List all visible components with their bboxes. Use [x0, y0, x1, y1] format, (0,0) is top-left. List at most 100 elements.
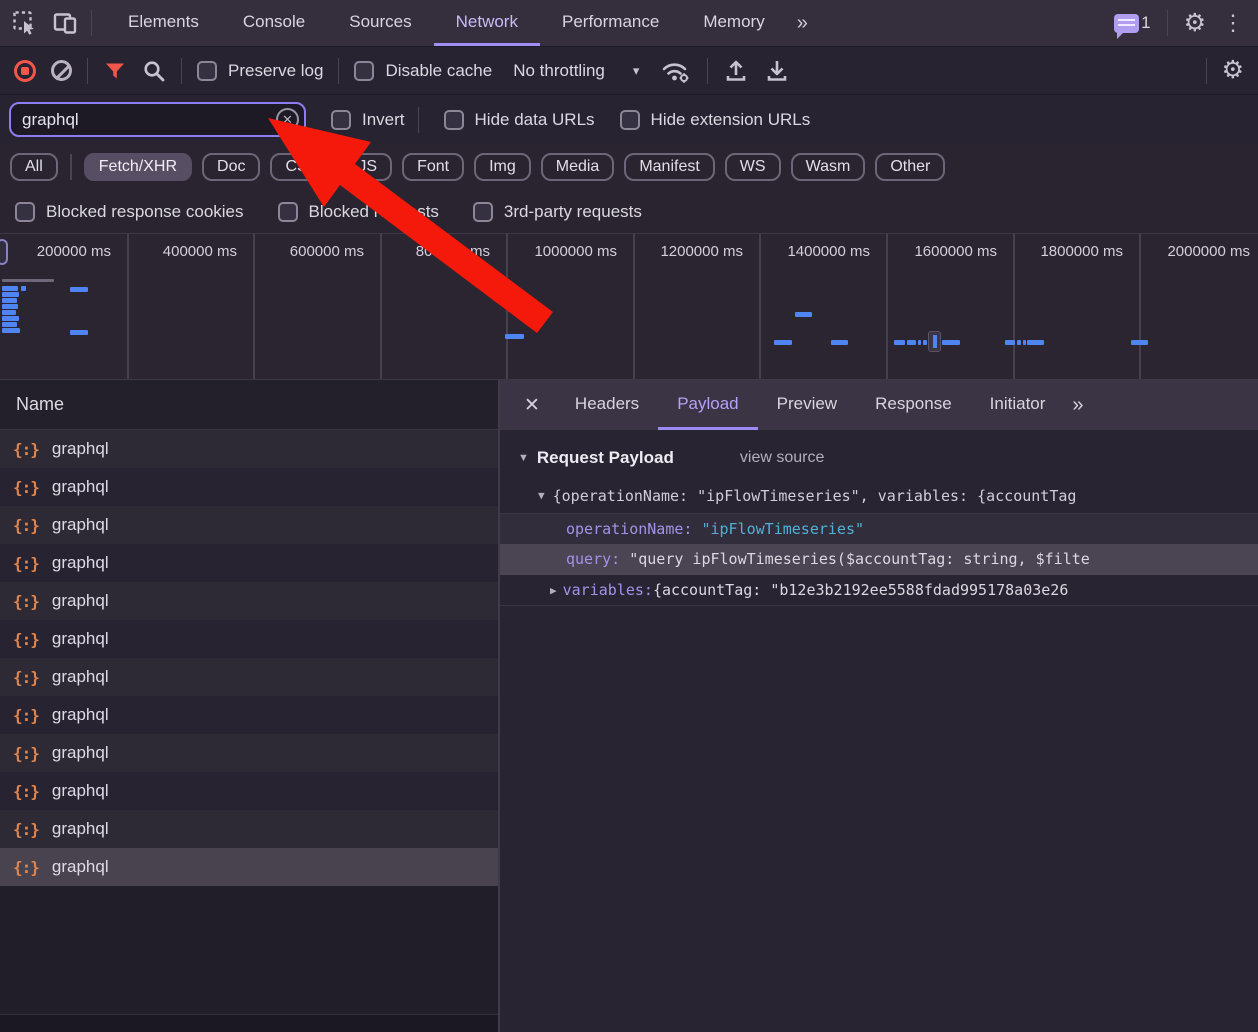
request-row[interactable]: {:}graphql — [0, 506, 498, 544]
filter-chip-wasm[interactable]: Wasm — [791, 153, 866, 181]
settings-gear-icon[interactable]: ⚙ — [1184, 11, 1206, 36]
throttling-dropdown[interactable]: No throttling ▾ — [513, 61, 639, 81]
clear-network-log-button[interactable] — [51, 60, 72, 81]
waterfall-bar[interactable] — [1023, 340, 1026, 345]
waterfall-bar[interactable] — [795, 312, 812, 317]
waterfall-bar[interactable] — [894, 340, 905, 345]
payload-root-row[interactable]: ▼ {operationName: "ipFlowTimeseries", va… — [500, 478, 1258, 513]
detail-tab-payload[interactable]: Payload — [658, 380, 757, 430]
name-column-header[interactable]: Name — [0, 380, 498, 430]
waterfall-bar[interactable] — [2, 316, 19, 321]
payload-row-query[interactable]: query: "query ipFlowTimeseries($accountT… — [500, 544, 1258, 575]
request-row[interactable]: {:}graphql — [0, 734, 498, 772]
filter-chip-ws[interactable]: WS — [725, 153, 781, 181]
waterfall-bar[interactable] — [942, 340, 960, 345]
filter-chip-manifest[interactable]: Manifest — [624, 153, 714, 181]
request-row[interactable]: {:}graphql — [0, 810, 498, 848]
waterfall-bar[interactable] — [774, 340, 792, 345]
waterfall-bar[interactable] — [505, 334, 524, 339]
more-tabs-icon[interactable]: » — [787, 12, 816, 35]
tab-performance[interactable]: Performance — [540, 0, 681, 46]
waterfall-bar[interactable] — [2, 322, 17, 327]
detail-tab-initiator[interactable]: Initiator — [971, 380, 1065, 430]
filter-chip-fetch-xhr[interactable]: Fetch/XHR — [84, 153, 192, 181]
waterfall-bar[interactable] — [2, 304, 18, 309]
search-icon[interactable] — [142, 59, 166, 83]
request-row[interactable]: {:}graphql — [0, 430, 498, 468]
collapse-triangle-icon[interactable]: ▼ — [518, 452, 529, 464]
filter-chip-other[interactable]: Other — [875, 153, 945, 181]
filter-chip-js[interactable]: JS — [343, 153, 392, 181]
waterfall-bar[interactable] — [2, 292, 19, 297]
timeline-left-handle[interactable] — [0, 239, 8, 265]
request-row[interactable]: {:}graphql — [0, 848, 498, 886]
filter-chip-font[interactable]: Font — [402, 153, 464, 181]
waterfall-bar[interactable] — [1005, 340, 1015, 345]
request-row[interactable]: {:}graphql — [0, 582, 498, 620]
expand-triangle-icon[interactable]: ▶ — [550, 575, 557, 606]
payload-row-variables[interactable]: ▶ variables: {accountTag: "b12e3b2192ee5… — [500, 575, 1258, 606]
record-network-log-button[interactable] — [14, 60, 36, 82]
kebab-menu-icon[interactable]: ⋮ — [1222, 12, 1244, 34]
disable-cache-checkbox[interactable] — [354, 61, 374, 81]
detail-more-tabs-icon[interactable]: » — [1064, 394, 1089, 417]
detail-tab-headers[interactable]: Headers — [556, 380, 658, 430]
waterfall-bar[interactable] — [907, 340, 916, 345]
tab-sources[interactable]: Sources — [327, 0, 433, 46]
filter-input[interactable] — [11, 104, 304, 135]
waterfall-bar[interactable] — [21, 286, 26, 291]
request-row[interactable]: {:}graphql — [0, 658, 498, 696]
filter-chip-all[interactable]: All — [10, 153, 58, 181]
filter-chip-css[interactable]: CSS — [270, 153, 333, 181]
waterfall-bar[interactable] — [831, 340, 848, 345]
filter-funnel-icon[interactable] — [103, 59, 127, 83]
blocked-requests-checkbox[interactable] — [278, 202, 298, 222]
filter-chip-img[interactable]: Img — [474, 153, 531, 181]
waterfall-bar[interactable] — [70, 287, 88, 292]
filter-chip-media[interactable]: Media — [541, 153, 615, 181]
request-row[interactable]: {:}graphql — [0, 468, 498, 506]
tab-elements[interactable]: Elements — [106, 0, 221, 46]
waterfall-selected-marker[interactable] — [928, 331, 941, 352]
detail-tabbar: ✕ HeadersPayloadPreviewResponseInitiator… — [500, 380, 1258, 430]
hide-data-urls-checkbox[interactable] — [444, 110, 464, 130]
view-source-link[interactable]: view source — [740, 449, 824, 467]
preserve-log-checkbox[interactable] — [197, 61, 217, 81]
network-overview-timeline[interactable]: 200000 ms400000 ms600000 ms800000 ms1000… — [0, 233, 1258, 380]
device-toolbar-icon[interactable] — [52, 10, 79, 36]
expand-triangle-icon[interactable]: ▼ — [538, 489, 545, 502]
waterfall-bar[interactable] — [923, 340, 927, 345]
waterfall-bar[interactable] — [1027, 340, 1044, 345]
waterfall-bar[interactable] — [70, 330, 88, 335]
request-row[interactable]: {:}graphql — [0, 696, 498, 734]
blocked-response-cookies-checkbox[interactable] — [15, 202, 35, 222]
tab-console[interactable]: Console — [221, 0, 327, 46]
network-settings-gear-icon[interactable]: ⚙ — [1222, 58, 1244, 83]
invert-checkbox[interactable] — [331, 110, 351, 130]
waterfall-bar[interactable] — [2, 310, 16, 315]
detail-tab-preview[interactable]: Preview — [758, 380, 856, 430]
import-har-icon[interactable] — [723, 58, 749, 84]
tab-network[interactable]: Network — [434, 0, 540, 46]
waterfall-bar[interactable] — [2, 286, 18, 291]
issues-indicator[interactable]: 1 — [1114, 13, 1150, 33]
export-har-icon[interactable] — [764, 58, 790, 84]
waterfall-bar[interactable] — [918, 340, 921, 345]
clear-filter-icon[interactable]: ✕ — [276, 108, 299, 131]
hide-extension-urls-checkbox[interactable] — [620, 110, 640, 130]
close-detail-icon[interactable]: ✕ — [508, 394, 556, 417]
network-conditions-icon[interactable] — [660, 58, 692, 84]
tab-memory[interactable]: Memory — [681, 0, 786, 46]
request-row[interactable]: {:}graphql — [0, 620, 498, 658]
request-row[interactable]: {:}graphql — [0, 772, 498, 810]
waterfall-bar[interactable] — [1017, 340, 1021, 345]
waterfall-bar[interactable] — [2, 298, 17, 303]
waterfall-bar[interactable] — [1131, 340, 1148, 345]
3rd-party-requests-checkbox[interactable] — [473, 202, 493, 222]
filter-chip-doc[interactable]: Doc — [202, 153, 260, 181]
waterfall-bar[interactable] — [2, 328, 20, 333]
request-row[interactable]: {:}graphql — [0, 544, 498, 582]
detail-tab-response[interactable]: Response — [856, 380, 971, 430]
payload-row-operation-name[interactable]: operationName: "ipFlowTimeseries" — [500, 513, 1258, 544]
inspect-element-icon[interactable] — [12, 10, 38, 36]
